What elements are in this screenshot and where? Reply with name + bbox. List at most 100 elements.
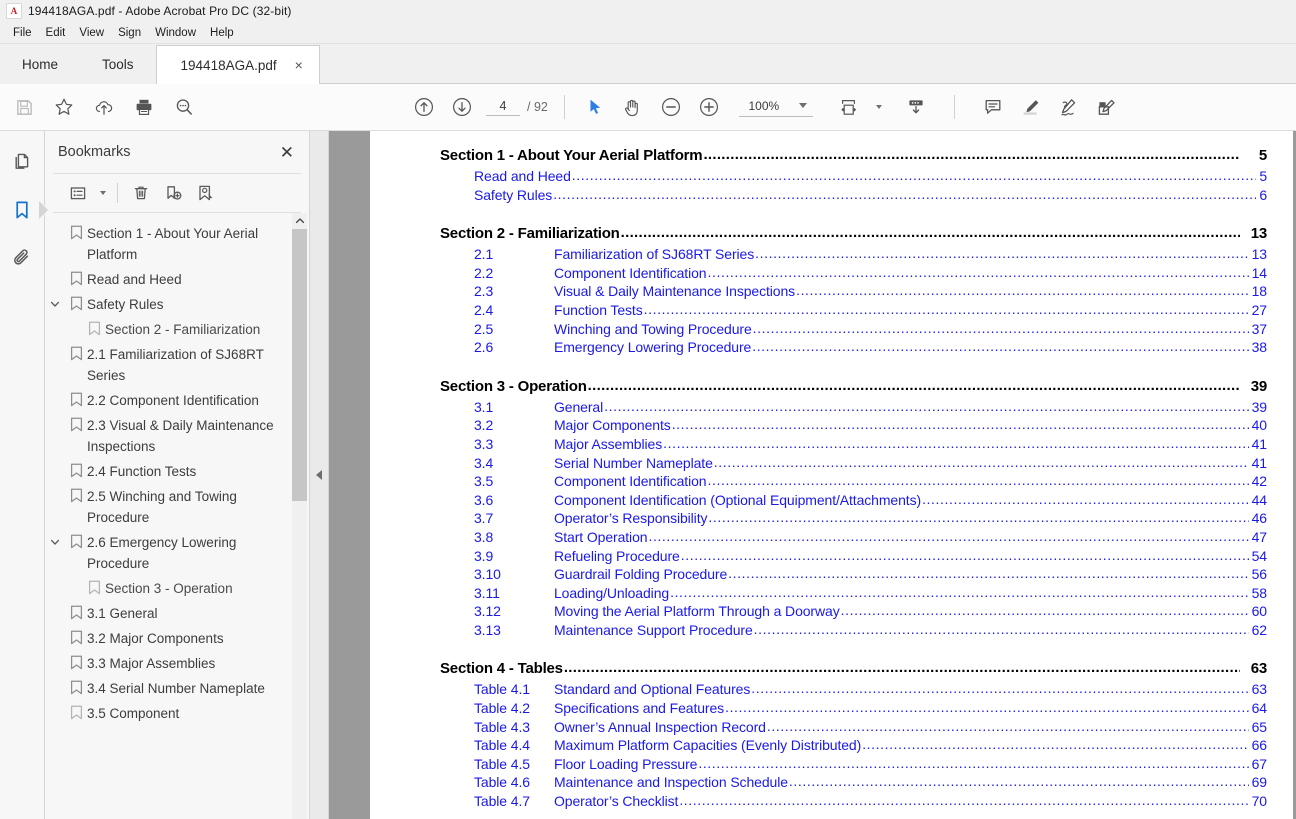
close-icon[interactable]: ✕ [277,142,297,163]
toc-entry[interactable]: Table 4.2 Specifications and Features ..… [440,699,1267,718]
toc-entry[interactable]: 2.6 Emergency Lowering Procedure .......… [440,338,1267,357]
find-bookmark-icon[interactable] [191,180,219,206]
bookmarks-scrollbar[interactable] [292,213,307,819]
toc-entry[interactable]: 3.3 Major Assemblies ...................… [440,435,1267,454]
toc-entry[interactable]: Table 4.6 Maintenance and Inspection Sch… [440,773,1267,792]
bookmark-item[interactable]: 3.3 Major Assemblies [45,651,287,676]
bookmark-twisty[interactable] [45,653,65,657]
toc-entry[interactable]: 2.5 Winching and Towing Procedure ......… [440,320,1267,339]
document-viewer[interactable]: Section 1 - About Your Aerial Platform .… [329,131,1296,819]
cursor-select-icon[interactable] [581,93,609,121]
fit-page-icon[interactable] [835,93,863,121]
sign-icon[interactable] [1055,93,1083,121]
panel-splitter[interactable] [310,131,329,819]
collapse-panel-arrow-icon[interactable] [316,470,322,480]
toc-entry[interactable]: 2.4 Function Tests .....................… [440,301,1267,320]
toc-section-heading[interactable]: Section 3 - Operation ..................… [440,376,1267,398]
bookmark-twisty-expanded-icon[interactable] [45,532,65,548]
menu-sign[interactable]: Sign [111,25,148,41]
cloud-upload-icon[interactable] [90,93,118,121]
toc-entry[interactable]: Table 4.3 Owner’s Annual Inspection Reco… [440,718,1267,737]
star-icon[interactable] [50,93,78,121]
menu-view[interactable]: View [72,25,111,41]
toc-entry[interactable]: Table 4.5 Floor Loading Pressure .......… [440,755,1267,774]
toc-entry[interactable]: 3.12 Moving the Aerial Platform Through … [440,602,1267,621]
scroll-mode-icon[interactable] [902,93,930,121]
toc-entry[interactable]: 3.5 Component Identification ...........… [440,472,1267,491]
bookmark-twisty[interactable] [45,578,65,582]
toc-entry[interactable]: 3.2 Major Components ...................… [440,416,1267,435]
bookmark-item[interactable]: 2.5 Winching and Towing Procedure [45,484,287,530]
bookmark-item[interactable]: 2.1 Familiarization of SJ68RT Series [45,342,287,388]
toc-entry[interactable]: 3.1 General ............................… [440,398,1267,417]
toc-entry[interactable]: 2.2 Component Identification ...........… [440,264,1267,283]
bookmark-item[interactable]: 3.1 General [45,601,287,626]
toc-entry[interactable]: 3.8 Start Operation ....................… [440,528,1267,547]
tab-document[interactable]: 194418AGA.pdf × [155,45,320,84]
toc-entry[interactable]: Safety Rules ...........................… [440,186,1267,205]
bookmark-item[interactable]: 2.2 Component Identification [45,388,287,413]
bookmark-item[interactable]: 2.3 Visual & Daily Maintenance Inspectio… [45,413,287,459]
toc-entry[interactable]: 3.7 Operator’s Responsibility ..........… [440,509,1267,528]
toc-entry[interactable]: Table 4.1 Standard and Optional Features… [440,680,1267,699]
scroll-up-icon[interactable] [292,213,307,229]
bookmark-item[interactable]: Section 1 - About Your Aerial Platform [45,221,287,267]
bookmark-twisty[interactable] [45,486,65,490]
chevron-down-icon[interactable] [798,103,807,108]
bookmarks-icon[interactable] [7,195,49,225]
bookmark-item[interactable]: 3.2 Major Components [45,626,287,651]
menu-edit[interactable]: Edit [39,25,73,41]
bookmark-twisty[interactable] [45,628,65,632]
toc-section-heading[interactable]: Section 1 - About Your Aerial Platform .… [440,145,1267,167]
arrow-up-circle-icon[interactable] [410,93,438,121]
zoom-level-control[interactable] [738,97,813,117]
toc-entry[interactable]: 3.4 Serial Number Nameplate ............… [440,454,1267,473]
toc-entry[interactable]: 3.6 Component Identification (Optional E… [440,491,1267,510]
toc-entry[interactable]: 3.11 Loading/Unloading .................… [440,584,1267,603]
bookmark-twisty[interactable] [45,678,65,682]
hand-tool-icon[interactable] [619,93,647,121]
bookmark-item[interactable]: 2.6 Emergency Lowering Procedure [45,530,287,576]
bookmark-item[interactable]: 2.4 Function Tests [45,459,287,484]
toc-section-heading[interactable]: Section 4 - Tables .....................… [440,658,1267,680]
page-thumbnails-icon[interactable] [7,147,37,177]
bookmark-item[interactable]: Section 2 - Familiarization [45,317,287,342]
menu-window[interactable]: Window [148,25,203,41]
bookmark-twisty[interactable] [45,703,65,707]
toc-section-heading[interactable]: Section 2 - Familiarization ............… [440,223,1267,245]
edit-pdf-icon[interactable] [1093,93,1121,121]
bookmark-twisty[interactable] [45,415,65,419]
fit-page-chevron-down-icon[interactable] [875,105,882,109]
close-icon[interactable]: × [295,58,303,72]
zoom-out-icon[interactable] [657,93,685,121]
menu-file[interactable]: File [6,25,39,41]
print-icon[interactable] [130,93,158,121]
comment-icon[interactable] [979,93,1007,121]
bookmark-twisty[interactable] [45,319,65,323]
bookmark-twisty[interactable] [45,269,65,273]
highlight-icon[interactable] [1017,93,1045,121]
bookmark-twisty[interactable] [45,603,65,607]
new-bookmark-icon[interactable] [159,180,187,206]
bookmark-item[interactable]: Read and Heed [45,267,287,292]
trash-icon[interactable] [127,180,155,206]
toc-entry[interactable]: 3.13 Maintenance Support Procedure .....… [440,621,1267,640]
tab-home[interactable]: Home [0,45,81,84]
zoom-in-icon[interactable] [695,93,723,121]
page-number-input[interactable] [486,98,520,116]
toc-entry[interactable]: Read and Heed ..........................… [440,167,1267,186]
bookmark-item[interactable]: 3.5 Component [45,701,287,726]
arrow-down-circle-icon[interactable] [448,93,476,121]
toc-entry[interactable]: Table 4.7 Operator’s Checklist .........… [440,792,1267,811]
toc-entry[interactable]: 3.10 Guardrail Folding Procedure .......… [440,565,1267,584]
tab-tools[interactable]: Tools [80,45,156,84]
bookmark-twisty[interactable] [45,390,65,394]
toc-entry[interactable]: 2.1 Familiarization of SJ68RT Series ...… [440,245,1267,264]
save-icon[interactable] [10,93,38,121]
bookmark-item[interactable]: Safety Rules [45,292,287,317]
bookmark-twisty[interactable] [45,344,65,348]
toc-entry[interactable]: Table 4.4 Maximum Platform Capacities (E… [440,736,1267,755]
options-chevron-down-icon[interactable] [100,191,106,195]
zoom-level-input[interactable] [738,97,789,114]
bookmark-item[interactable]: Section 3 - Operation [45,576,287,601]
